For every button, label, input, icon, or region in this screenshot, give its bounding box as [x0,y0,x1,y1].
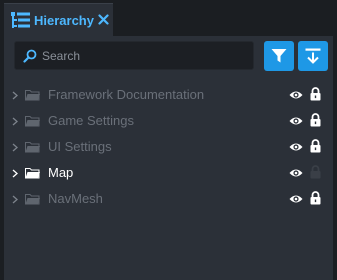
tree-item-label: NavMesh [48,191,103,206]
visibility-eye-icon[interactable] [289,142,303,152]
tree-item[interactable]: Game Settings [4,108,333,134]
filter-button[interactable] [264,41,294,71]
tab-title: Hierarchy [34,13,94,28]
tab-bar: Hierarchy [0,0,337,36]
search-box[interactable] [14,41,254,70]
tree-item-label: Game Settings [48,113,134,128]
tab-hierarchy[interactable]: Hierarchy [4,3,113,36]
hierarchy-panel: Hierarchy Framework Docume [0,0,337,280]
tree-item[interactable]: Framework Documentation [4,82,333,108]
folder-icon [25,168,40,179]
hierarchy-tree: Framework Documentation Game Settings UI S… [4,82,333,212]
tree-item-label: Map [48,165,74,180]
collapse-all-button[interactable] [298,41,328,71]
tree-item-label: UI Settings [48,139,112,154]
close-icon[interactable] [98,14,109,25]
search-icon [23,49,37,63]
lock-icon[interactable] [310,191,321,205]
tree-item[interactable]: Map [4,160,333,186]
hierarchy-icon [11,12,30,28]
tree-item[interactable]: NavMesh [4,186,333,212]
lock-icon[interactable] [310,87,321,101]
visibility-eye-icon[interactable] [289,194,303,204]
tree-item-label: Framework Documentation [48,87,205,102]
tree-item[interactable]: UI Settings [4,134,333,160]
folder-icon [25,90,40,101]
expand-arrow-icon[interactable] [12,195,18,204]
unlock-icon[interactable] [310,165,321,179]
filter-icon [271,49,287,63]
folder-icon [25,116,40,127]
expand-arrow-icon[interactable] [12,117,18,126]
folder-icon [25,194,40,205]
expand-arrow-icon[interactable] [12,91,18,100]
visibility-eye-icon[interactable] [289,90,303,100]
lock-icon[interactable] [310,113,321,127]
hierarchy-content: Framework Documentation Game Settings UI S… [4,36,333,280]
folder-icon [25,142,40,153]
lock-icon[interactable] [310,139,321,153]
expand-arrow-icon[interactable] [12,169,18,178]
collapse-all-icon [305,48,321,64]
expand-arrow-icon[interactable] [12,143,18,152]
search-input[interactable] [42,42,242,69]
visibility-eye-icon[interactable] [289,168,303,178]
visibility-eye-icon[interactable] [289,116,303,126]
